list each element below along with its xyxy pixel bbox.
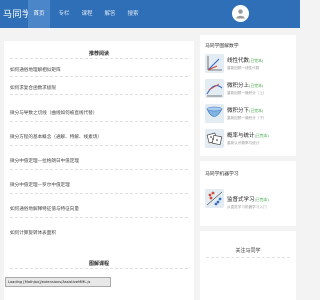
course-name[interactable]: 微积分上(已完本) — [227, 81, 263, 89]
article-link[interactable]: 微分方程的基本概念（通解、特解、线素场） — [10, 134, 102, 140]
completed-badge: (已完本) — [254, 133, 269, 138]
course-name[interactable]: 线性代数(已完本) — [227, 56, 263, 64]
course-desc: 重新认识概率与统计 — [227, 141, 260, 145]
nav-search[interactable]: 搜索 — [122, 0, 144, 28]
math-series-title: 马同学图解数学 — [205, 44, 239, 49]
nav-courses[interactable]: 课程 — [76, 0, 98, 28]
ml-series-title: 马同学机器学习 — [205, 172, 239, 177]
course-name[interactable]: 微积分下(已完本) — [227, 106, 263, 114]
calculus-1-icon[interactable] — [205, 79, 224, 98]
completed-badge: (已完本) — [249, 58, 264, 63]
article-link[interactable]: 微分与导数之切线（曲线如何被直线代替） — [10, 110, 97, 116]
article-link[interactable]: 微分中值定理—罗尔中值定理 — [10, 182, 70, 188]
divider — [10, 217, 188, 218]
divider — [10, 145, 188, 146]
user-icon — [236, 9, 245, 19]
divider — [10, 94, 188, 95]
completed-badge: (已完本) — [249, 108, 264, 113]
course-sidebar: 马同学图解数学 线性代数(已完本) 重新回顾一线性代数 微积分上(已完本) 重新… — [200, 35, 296, 300]
course-desc: 从直觉学习机器学习入门 — [227, 205, 267, 209]
recommended-title: 推荐阅读 — [88, 51, 109, 57]
completed-badge: (已完本) — [254, 197, 269, 202]
course-desc: 重新回顾一线性代数 — [227, 66, 260, 70]
recommended-reading-panel: 推荐阅读 如何通俗地理解相似矩阵 如何求复合函数求极限 微分与导数之切线（曲线如… — [4, 41, 194, 256]
course-name[interactable]: 概率与统计(已完本) — [227, 131, 269, 139]
article-link[interactable]: 如何通俗地理解相似矩阵 — [10, 67, 61, 73]
divider — [10, 121, 188, 122]
divider — [10, 268, 188, 269]
linear-algebra-icon[interactable] — [205, 54, 224, 73]
section-separator — [200, 156, 296, 161]
probability-icon[interactable] — [205, 129, 224, 148]
divider — [10, 169, 188, 170]
supervised-learning-icon[interactable] — [205, 189, 224, 208]
course-desc: 重新回顾一微积分（下） — [227, 116, 267, 120]
calculus-2-icon[interactable] — [205, 104, 224, 123]
nav-columns[interactable]: 专栏 — [53, 0, 75, 28]
divider — [10, 193, 188, 194]
course-name[interactable]: 监督式学习(已完本) — [227, 195, 269, 203]
nav-answers[interactable]: 解答 — [99, 0, 121, 28]
divider — [206, 257, 290, 258]
user-avatar[interactable] — [232, 5, 249, 22]
completed-badge: (已完本) — [249, 83, 264, 88]
course-desc: 重新回顾一微积分（上） — [227, 91, 267, 95]
article-link[interactable]: 如何求复合函数求极限 — [10, 85, 56, 91]
article-link[interactable]: 微分中值定理—拉格朗日中值定理 — [10, 158, 79, 164]
article-link[interactable]: 如何计算旋转体表面积 — [10, 230, 56, 236]
section-separator — [200, 226, 296, 231]
nav-home[interactable]: 首页 — [28, 0, 50, 28]
article-link[interactable]: 如何通俗地解释特征值与特征向量 — [10, 206, 79, 212]
mathjax-loading-status: Loading [MathJax]/extensions/AssistiveMM… — [5, 277, 111, 287]
divider — [10, 58, 188, 59]
courses-title: 图解课程 — [88, 261, 109, 267]
follow-title: 关注马同学 — [235, 248, 261, 254]
top-nav-bar: 马同学 首页 专栏 课程 解答 搜索 — [0, 0, 300, 28]
divider — [10, 76, 188, 77]
